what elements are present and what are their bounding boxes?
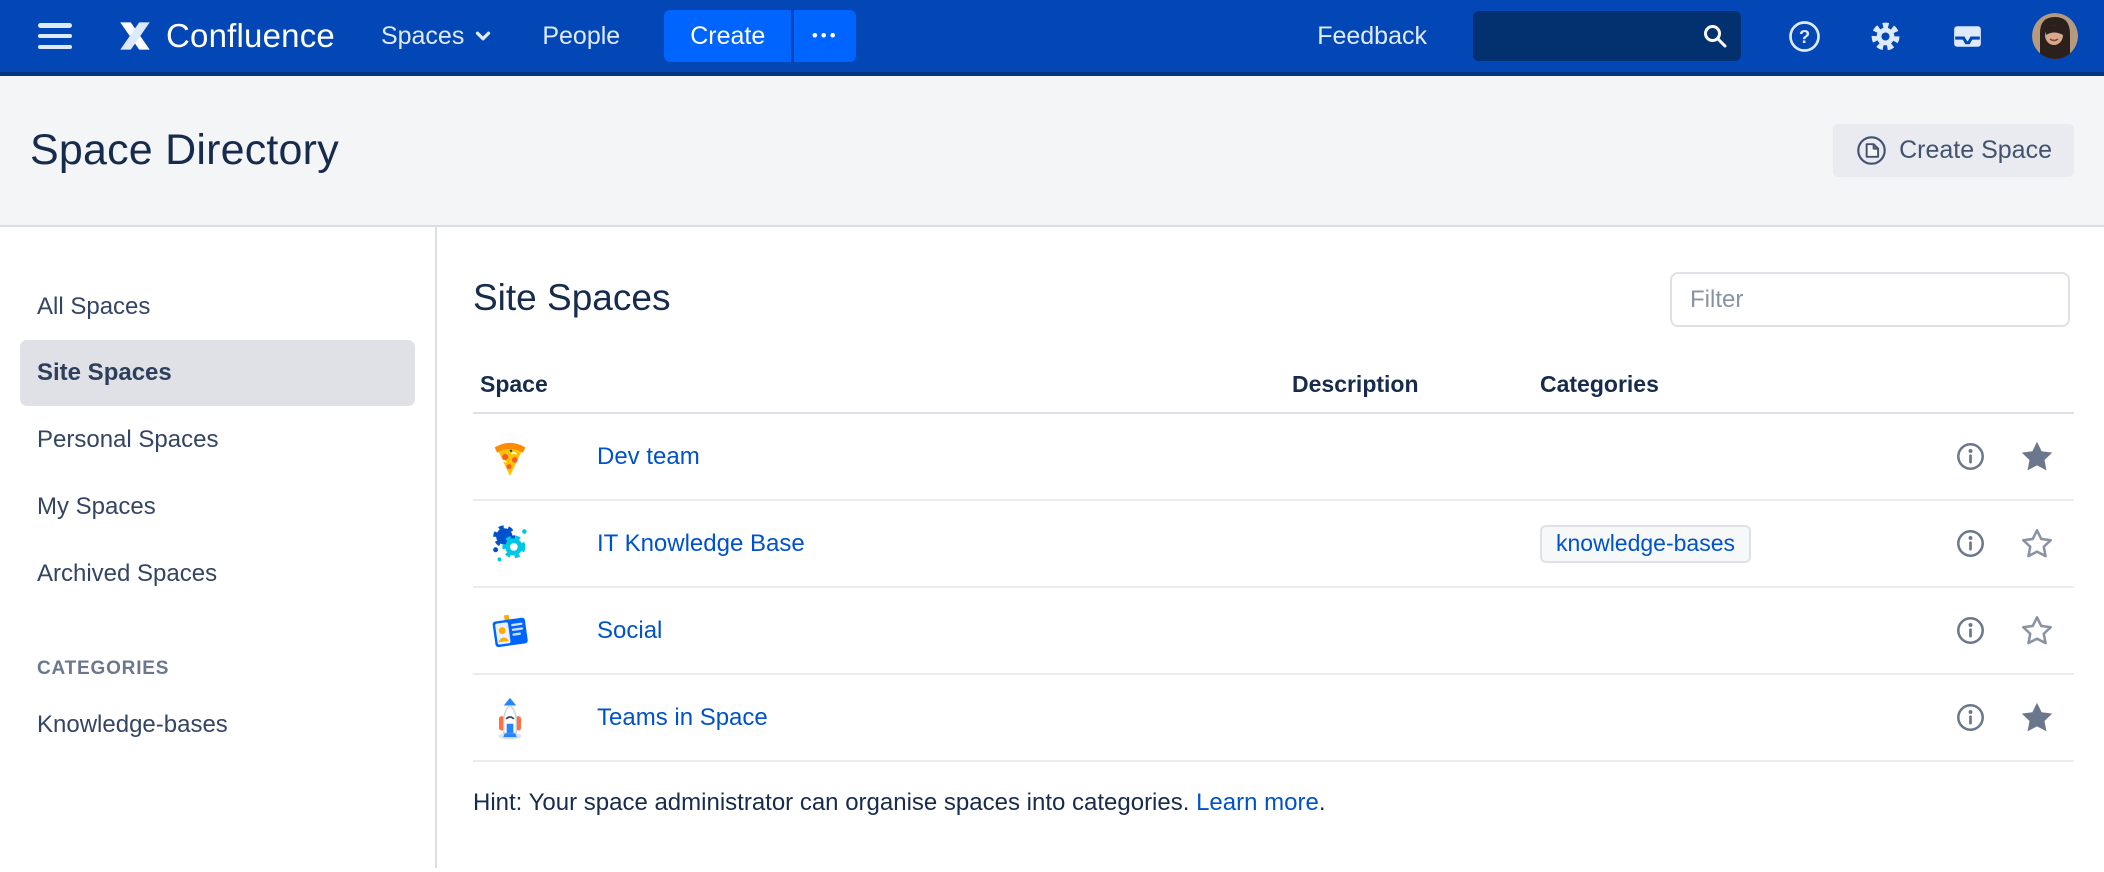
sidebar-item-personal-spaces[interactable]: Personal Spaces: [0, 406, 435, 473]
rocket-icon: [487, 695, 533, 741]
page-header: Space Directory Create Space: [0, 76, 2104, 227]
learn-more-link[interactable]: Learn more: [1196, 789, 1319, 816]
feedback-link[interactable]: Feedback: [1317, 22, 1427, 51]
table-row: Social: [473, 588, 2074, 675]
info-icon[interactable]: [1940, 702, 2000, 733]
create-space-icon: [1855, 134, 1888, 167]
space-link[interactable]: Teams in Space: [597, 704, 768, 731]
confluence-logo-icon: [114, 15, 156, 57]
table-row: Dev team: [473, 414, 2074, 501]
info-icon[interactable]: [1940, 528, 2000, 559]
pizza-icon: [487, 434, 533, 480]
star-filled-icon: [2018, 438, 2056, 476]
page-title: Space Directory: [30, 126, 339, 175]
spaces-table: Space Description Categories: [473, 356, 2074, 762]
sidebar: All Spaces Site Spaces Personal Spaces M…: [0, 227, 437, 868]
space-link[interactable]: Dev team: [597, 443, 700, 470]
content-area: All Spaces Site Spaces Personal Spaces M…: [0, 227, 2104, 868]
favourite-star-icon[interactable]: [2000, 699, 2074, 737]
sidebar-item-archived-spaces[interactable]: Archived Spaces: [0, 540, 435, 607]
search-icon[interactable]: [1701, 22, 1729, 50]
categories-section-label: CATEGORIES: [0, 647, 435, 691]
star-filled-icon: [2018, 699, 2056, 737]
id-card-icon: [487, 608, 533, 654]
hamburger-icon[interactable]: [38, 23, 72, 49]
nav-people-link[interactable]: People: [542, 22, 620, 51]
nav-right-group: Feedback ?: [1317, 11, 2078, 61]
space-link[interactable]: IT Knowledge Base: [597, 530, 805, 557]
help-icon[interactable]: ?: [1787, 19, 1822, 54]
top-navigation: Confluence Spaces People Create ••• Feed…: [0, 0, 2104, 76]
categories-cell: knowledge-bases: [1540, 525, 1940, 563]
favourite-star-icon[interactable]: [2000, 612, 2074, 650]
search-input[interactable]: [1487, 23, 1701, 50]
create-split-button: Create •••: [664, 10, 856, 62]
info-icon[interactable]: [1940, 615, 2000, 646]
sidebar-item-site-spaces[interactable]: Site Spaces: [20, 340, 415, 406]
space-link[interactable]: Social: [597, 617, 662, 644]
gear-icon[interactable]: [1868, 19, 1903, 54]
filter-input[interactable]: [1670, 272, 2070, 327]
brand-name: Confluence: [166, 17, 335, 55]
create-more-button[interactable]: •••: [794, 10, 856, 62]
gears-icon: [487, 521, 533, 567]
hint-text: Hint: Your space administrator can organ…: [473, 789, 2074, 817]
table-row: Teams in Space: [473, 675, 2074, 762]
avatar[interactable]: [2032, 13, 2078, 59]
chevron-down-icon: [472, 25, 494, 47]
star-outline-icon: [2018, 525, 2056, 563]
create-button[interactable]: Create: [664, 10, 791, 62]
category-lozenge[interactable]: knowledge-bases: [1540, 525, 1751, 563]
main-panel: Site Spaces Space Description Categories: [437, 227, 2104, 868]
column-header-description: Description: [1292, 371, 1540, 398]
sidebar-item-knowledge-bases[interactable]: Knowledge-bases: [0, 691, 435, 758]
star-outline-icon: [2018, 612, 2056, 650]
favourite-star-icon[interactable]: [2000, 525, 2074, 563]
table-header-row: Space Description Categories: [473, 356, 2074, 414]
svg-text:?: ?: [1799, 26, 1810, 47]
nav-spaces-menu[interactable]: Spaces: [381, 22, 494, 51]
tray-icon[interactable]: [1949, 18, 1986, 55]
sidebar-item-all-spaces[interactable]: All Spaces: [0, 273, 435, 340]
column-header-categories: Categories: [1540, 371, 1940, 398]
create-space-button[interactable]: Create Space: [1833, 124, 2074, 177]
favourite-star-icon[interactable]: [2000, 438, 2074, 476]
column-header-space: Space: [473, 371, 1292, 398]
sidebar-item-my-spaces[interactable]: My Spaces: [0, 473, 435, 540]
info-icon[interactable]: [1940, 441, 2000, 472]
search-box[interactable]: [1473, 11, 1741, 61]
confluence-home-link[interactable]: Confluence: [114, 15, 335, 57]
table-row: IT Knowledge Base knowledge-bases: [473, 501, 2074, 588]
